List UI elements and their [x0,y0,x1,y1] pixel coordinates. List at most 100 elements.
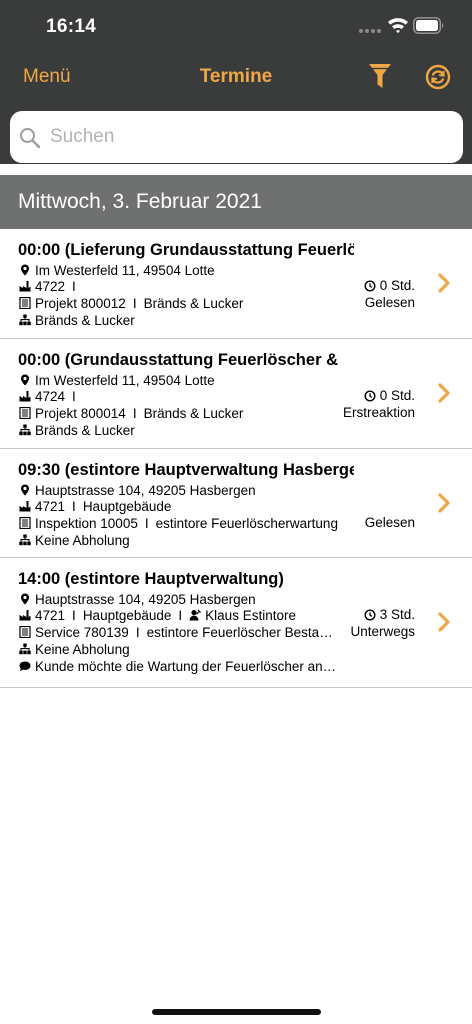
search-bar [10,111,463,163]
company-line: Keine Abholung [19,532,130,548]
factory-icon [19,501,31,512]
factory-icon [19,610,31,621]
address-text: Im Westerfeld 11, 49504 Lotte [35,262,215,278]
home-indicator[interactable] [152,1009,321,1015]
refresh-icon[interactable] [425,64,451,90]
organization-icon [19,424,31,436]
project-client: estintore Feuerlöscherwartung [155,515,338,531]
duration-text: 3 Std. [379,607,415,622]
timer-icon [364,279,376,292]
appointment-title: 09:30 (estintore Hauptverwaltung Hasberg… [18,461,354,479]
search-input[interactable] [50,122,450,152]
status-time: 16:14 [46,16,97,37]
appointment-row[interactable]: 00:00 (Lieferung Grundausstattung Feuerl… [0,229,472,339]
location-pin-icon [21,593,29,605]
appointment-title: 00:00 (Lieferung Grundausstattung Feuerl… [18,241,354,259]
duration-text: 0 Std. [379,278,415,293]
duration-text: 0 Std. [379,388,415,403]
object-name: Hauptgebäude [82,498,172,514]
timer-icon [364,389,376,402]
company-line: Bränds & Lucker [19,312,135,328]
object-name: Hauptgebäude [82,607,172,623]
project-line: Projekt 800014 I Bränds & Lucker [19,405,243,421]
location-pin-icon [21,264,29,276]
date-section-header: Mittwoch, 3. Februar 2021 [0,175,472,229]
project-line: Projekt 800012 I Bränds & Lucker [19,295,243,311]
chevron-right-icon[interactable] [437,612,451,632]
page-title: Termine [199,66,273,87]
company-line: Bränds & Lucker [19,422,135,438]
status-text: Gelesen [364,295,415,310]
address-line: Im Westerfeld 11, 49504 Lotte [19,262,215,278]
separator: I [132,405,137,421]
appointment-row[interactable]: 00:00 (Grundausstattung Feuerlöscher & I… [0,339,472,449]
separator: I [144,515,149,531]
separator: I [72,498,76,514]
duration: 0 Std. [364,388,415,403]
note-text: Kunde möchte die Wartung der Feuerlösche… [35,658,337,674]
appointment-title: 00:00 (Grundausstattung Feuerlöscher & [18,351,338,369]
comment-icon [19,661,31,671]
separator: I [135,624,140,640]
menu-button[interactable]: Menü [23,66,71,88]
address-text: Im Westerfeld 11, 49504 Lotte [35,372,215,388]
status-text: Erstreaktion [342,405,415,420]
factory-icon [19,391,31,402]
search-icon [20,128,41,149]
filter-icon[interactable] [368,62,392,90]
duration: 3 Std. [364,607,415,622]
chevron-right-icon[interactable] [437,493,451,513]
appointment-title: 14:00 (estintore Hauptverwaltung) [18,570,284,588]
technician-name: Klaus Estintore [205,607,296,623]
navigation-bar: Menü Termine [0,54,472,100]
separator: I [72,278,76,294]
organization-icon [19,314,31,326]
chevron-right-icon[interactable] [437,273,451,293]
object-line: 4721 I Hauptgebäude [19,498,171,514]
appointment-row[interactable]: 14:00 (estintore Hauptverwaltung) Haupts… [0,558,472,688]
appointment-list: 00:00 (Lieferung Grundausstattung Feuerl… [0,229,472,688]
separator: I [178,607,183,623]
status-text: Unterwegs [350,624,415,639]
object-id: 4722 [35,278,66,294]
battery-icon [413,17,444,34]
project-line: Service 780139 I estintore Feuerlöscher … [19,624,335,640]
project-text: Projekt 800012 [35,295,126,311]
top-bar: 16:14 Menü Termine [0,0,472,164]
wifi-icon [388,18,408,34]
document-icon [19,407,31,419]
status-bar: 16:14 [0,0,472,54]
document-icon [19,517,31,529]
chevron-right-icon[interactable] [437,383,451,403]
project-text: Projekt 800014 [35,405,126,421]
object-line: 4724 I [19,388,83,404]
organization-icon [19,534,31,546]
object-line: 4722 I [19,278,83,294]
company-text: Bränds & Lucker [35,312,135,328]
organization-icon [19,643,31,655]
document-icon [19,626,31,638]
document-icon [19,297,31,309]
separator: I [132,295,137,311]
note-line: Kunde möchte die Wartung der Feuerlösche… [19,658,336,674]
address-line: Hauptstrasse 104, 49205 Hasbergen [19,482,256,498]
technician-icon [189,609,202,621]
separator: I [72,388,76,404]
separator: I [72,607,76,623]
location-pin-icon [21,374,29,386]
company-line: Keine Abholung [19,641,130,657]
appointment-row[interactable]: 09:30 (estintore Hauptverwaltung Hasberg… [0,449,472,558]
company-text: Keine Abholung [35,641,130,657]
project-client: Bränds & Lucker [143,405,244,421]
object-id: 4721 [35,498,66,514]
object-line: 4721 I Hauptgebäude I Klaus Estintore [19,607,296,623]
address-text: Hauptstrasse 104, 49205 Hasbergen [35,482,256,498]
project-text: Inspektion 10005 [35,515,138,531]
duration: 0 Std. [364,278,415,293]
section-date: Mittwoch, 3. Februar 2021 [18,190,262,213]
factory-icon [19,281,31,292]
project-client: estintore Feuerlöscher Bestan… [146,624,335,640]
project-line: Inspektion 10005 I estintore Feuerlösche… [19,515,338,531]
company-text: Keine Abholung [35,532,130,548]
timer-icon [364,608,376,621]
